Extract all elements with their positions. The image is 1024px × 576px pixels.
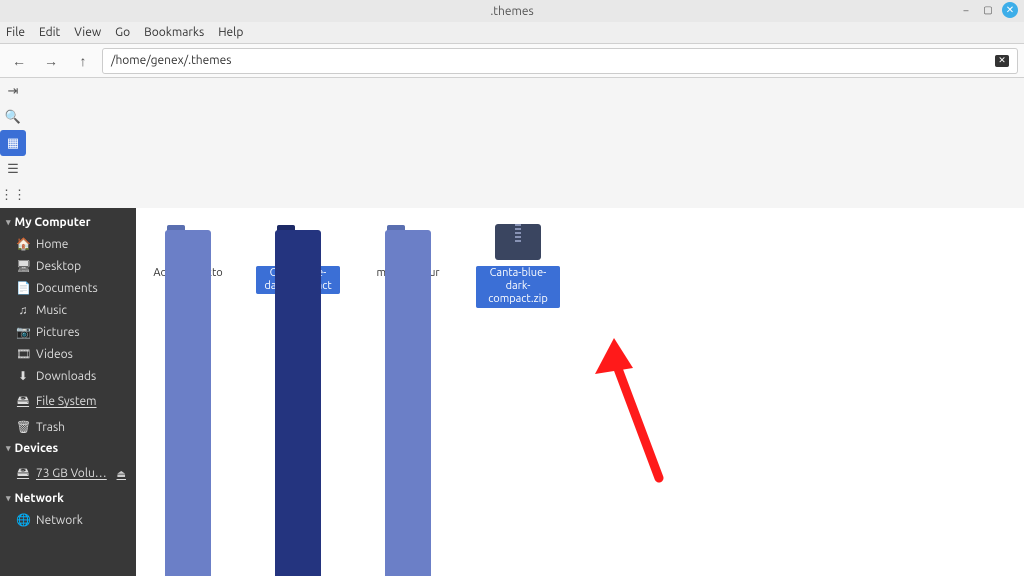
archive-icon (495, 224, 541, 260)
window-titlebar: .themes – ▢ ✕ (0, 0, 1024, 22)
path-clear-icon[interactable]: ✕ (995, 55, 1009, 67)
downloads-icon: ⬇ (16, 369, 30, 383)
sidebar-item-desktop[interactable]: 🖥Desktop (0, 255, 136, 277)
videos-icon: 🎞 (16, 347, 30, 361)
search-button[interactable]: 🔍 (0, 104, 26, 130)
sidebar: ▾My Computer 🏠Home 🖥Desktop 📄Documents ♫… (0, 208, 136, 576)
folder-icon (385, 225, 431, 259)
menu-help[interactable]: Help (218, 26, 243, 39)
path-input[interactable]: /home/genex/.themes ✕ (102, 48, 1018, 74)
folder-adapta-nokto[interactable]: Adapta-Nokto (146, 222, 230, 281)
eject-icon[interactable]: ⏏ (117, 468, 126, 480)
folder-canta-blue-dark-compact[interactable]: Canta-blue-dark-compact (256, 222, 340, 294)
folder-icon (165, 225, 211, 259)
view-icons-button[interactable]: ▦ (0, 130, 26, 156)
documents-icon: 📄 (16, 281, 30, 295)
toggle-location-button[interactable]: ⇥ (0, 78, 26, 104)
folder-mkos-big-sur[interactable]: mkos-big-sur (366, 222, 450, 281)
home-icon: 🏠 (16, 237, 30, 251)
music-icon: ♫ (16, 303, 30, 317)
view-compact-button[interactable]: ⋮⋮ (0, 182, 26, 208)
menu-bookmarks[interactable]: Bookmarks (144, 26, 204, 39)
sidebar-item-downloads[interactable]: ⬇Downloads (0, 365, 136, 387)
annotation-arrow (589, 338, 679, 492)
nav-back-button[interactable]: ← (6, 48, 32, 74)
sidebar-section-devices[interactable]: ▾Devices (0, 438, 136, 459)
window-title: .themes (490, 5, 533, 18)
sidebar-section-network[interactable]: ▾Network (0, 488, 136, 509)
window-maximize-button[interactable]: ▢ (980, 2, 996, 18)
pictures-icon: 📷 (16, 325, 30, 339)
sidebar-item-network[interactable]: 🌐Network (0, 509, 136, 531)
menu-file[interactable]: File (6, 26, 25, 39)
view-list-button[interactable]: ☰ (0, 156, 26, 182)
path-text: /home/genex/.themes (111, 54, 231, 67)
drive-icon: 🖴 (16, 463, 30, 484)
nav-up-button[interactable]: ↑ (70, 48, 96, 74)
menu-view[interactable]: View (74, 26, 101, 39)
trash-icon: 🗑 (16, 420, 30, 434)
toolbar: ← → ↑ /home/genex/.themes ✕ (0, 44, 1024, 78)
sidebar-item-trash[interactable]: 🗑Trash (0, 416, 136, 438)
folder-icon (275, 225, 321, 259)
sidebar-item-music[interactable]: ♫Music (0, 299, 136, 321)
sidebar-item-volume[interactable]: 🖴73 GB Volu…⏏ (0, 459, 136, 488)
sidebar-item-home[interactable]: 🏠Home (0, 233, 136, 255)
file-label: Canta-blue-dark-compact.zip (476, 266, 560, 308)
sidebar-item-filesystem[interactable]: 🖴File System (0, 387, 136, 416)
desktop-icon: 🖥 (16, 259, 30, 273)
drive-icon: 🖴 (16, 391, 30, 412)
window-close-button[interactable]: ✕ (1002, 2, 1018, 18)
sidebar-item-pictures[interactable]: 📷Pictures (0, 321, 136, 343)
sidebar-section-my-computer[interactable]: ▾My Computer (0, 212, 136, 233)
menu-edit[interactable]: Edit (39, 26, 60, 39)
file-view[interactable]: Adapta-Nokto Canta-blue-dark-compact mko… (136, 208, 1024, 576)
sidebar-item-documents[interactable]: 📄Documents (0, 277, 136, 299)
menubar: File Edit View Go Bookmarks Help (0, 22, 1024, 44)
file-canta-zip[interactable]: Canta-blue-dark-compact.zip (476, 222, 560, 308)
nav-forward-button[interactable]: → (38, 48, 64, 74)
menu-go[interactable]: Go (115, 26, 130, 39)
network-icon: 🌐 (16, 513, 30, 527)
window-minimize-button[interactable]: – (958, 2, 974, 18)
sidebar-item-videos[interactable]: 🎞Videos (0, 343, 136, 365)
